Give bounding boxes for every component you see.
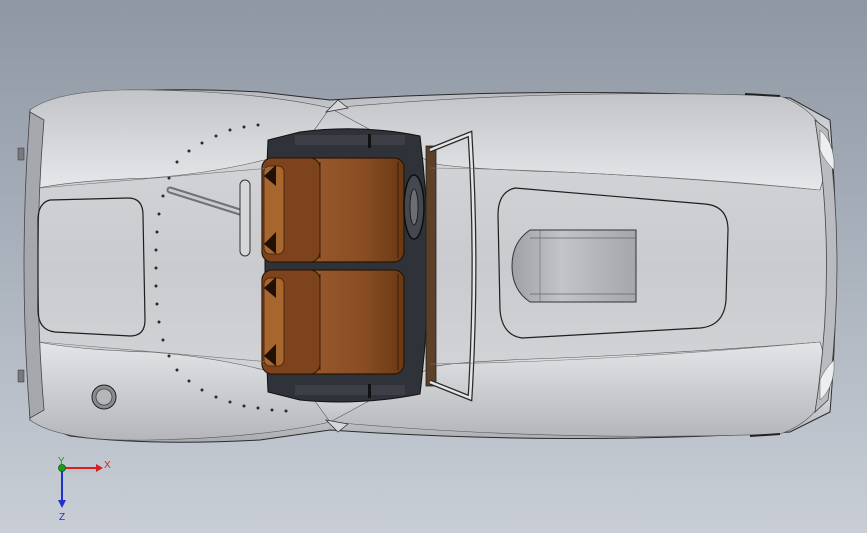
- triad-z-label: Z: [59, 512, 65, 523]
- fuel-cap: [91, 384, 117, 410]
- triad-z-arrowhead: [58, 500, 66, 508]
- triad-x-arrowhead: [96, 464, 103, 472]
- hood-scoop: [511, 229, 637, 303]
- triad-x-label: X: [104, 460, 111, 471]
- orientation-triad: Y X Z: [58, 456, 111, 523]
- seat-right: [261, 269, 405, 375]
- graphics-viewport[interactable]: Y X Z: [0, 0, 867, 533]
- steering-wheel: [403, 174, 425, 240]
- triad-y-label: Y: [58, 456, 65, 467]
- dashboard: [425, 145, 437, 387]
- seat-left: [261, 157, 405, 263]
- model-view[interactable]: Y X Z: [0, 0, 867, 533]
